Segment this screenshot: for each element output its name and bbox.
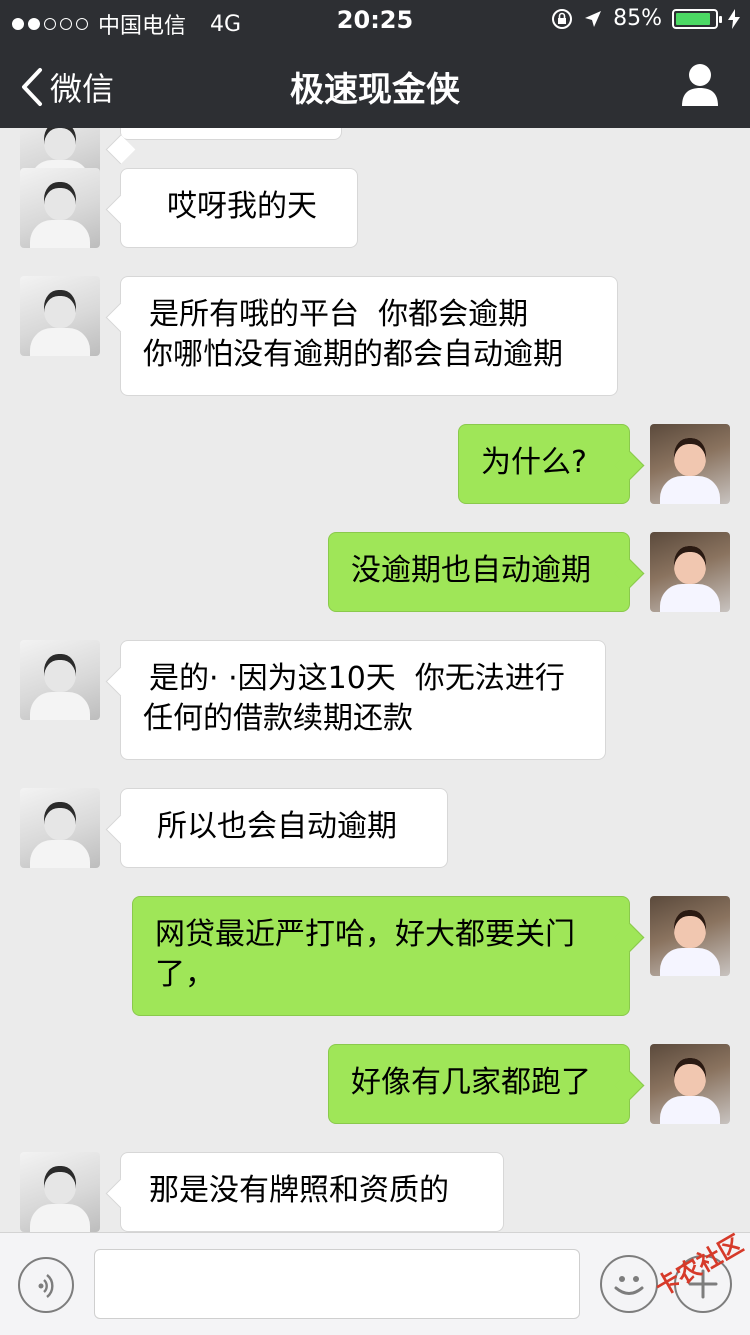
status-right: 85% <box>551 6 740 31</box>
message-text: 了， <box>155 957 215 992</box>
emoji-button[interactable] <box>600 1255 658 1313</box>
nav-bar: 微信 极速现金侠 <box>0 40 750 128</box>
message-bubble[interactable]: 没逾期也自动逾期 <box>328 532 630 612</box>
message-text: 哎呀我的天 <box>167 189 317 224</box>
chat-title: 极速现金侠 <box>290 70 460 110</box>
input-bar <box>0 1232 750 1335</box>
rotation-lock-icon <box>552 8 573 29</box>
message-bubble[interactable]: 是所有哦的平台 你都会逾期 你哪怕没有逾期的都会自动逾期 <box>120 276 618 396</box>
message-bubble[interactable]: 为什么? <box>458 424 630 504</box>
profile-icon[interactable] <box>680 62 720 106</box>
message-text: 网贷最近严打哈，好大都要关门 <box>155 917 575 952</box>
message-bubble[interactable] <box>120 128 342 140</box>
voice-icon <box>38 1274 54 1298</box>
message-text: 没逾期也自动逾期 <box>351 553 591 588</box>
avatar[interactable] <box>650 532 730 612</box>
avatar[interactable] <box>650 424 730 504</box>
message-text: 是的· ·因为这10天 你无法进行 <box>149 661 565 696</box>
smiley-icon <box>614 1276 644 1295</box>
avatar[interactable] <box>20 788 100 868</box>
chat-area[interactable]: 哎呀我的天 是所有哦的平台 你都会逾期 你哪怕没有逾期的都会自动逾期 为什么? … <box>0 128 750 1232</box>
top-bar: 中国电信 4G 20:25 85% 微信 极速现金侠 <box>0 0 750 128</box>
location-arrow-icon <box>585 10 602 27</box>
message-bubble[interactable]: 所以也会自动逾期 <box>120 788 448 868</box>
battery-percent: 85% <box>613 6 662 31</box>
message-bubble[interactable]: 是的· ·因为这10天 你无法进行 任何的借款续期还款 <box>120 640 606 760</box>
message-text: 你哪怕没有逾期的都会自动逾期 <box>143 337 563 372</box>
avatar[interactable] <box>650 896 730 976</box>
message-bubble[interactable]: 网贷最近严打哈，好大都要关门 了， <box>132 896 630 1016</box>
message-text: 为什么? <box>481 445 587 480</box>
avatar[interactable] <box>650 1044 730 1124</box>
message-bubble[interactable]: 那是没有牌照和资质的 <box>120 1152 504 1232</box>
message-input[interactable] <box>94 1249 580 1319</box>
message-bubble[interactable]: 好像有几家都跑了 <box>328 1044 630 1124</box>
message-text: 那是没有牌照和资质的 <box>149 1173 449 1208</box>
message-text: 是所有哦的平台 你都会逾期 <box>149 297 529 332</box>
avatar[interactable] <box>20 640 100 720</box>
message-text: 所以也会自动逾期 <box>157 809 397 844</box>
message-text: 任何的借款续期还款 <box>143 701 413 736</box>
avatar[interactable] <box>20 276 100 356</box>
avatar[interactable] <box>20 1152 100 1232</box>
voice-input-button[interactable] <box>18 1257 74 1313</box>
status-bar: 中国电信 4G 20:25 85% <box>0 0 750 40</box>
message-text: 好像有几家都跑了 <box>351 1065 591 1100</box>
battery-icon <box>672 8 722 29</box>
avatar[interactable] <box>20 168 100 248</box>
message-bubble[interactable]: 哎呀我的天 <box>120 168 358 248</box>
charging-icon <box>728 8 740 29</box>
